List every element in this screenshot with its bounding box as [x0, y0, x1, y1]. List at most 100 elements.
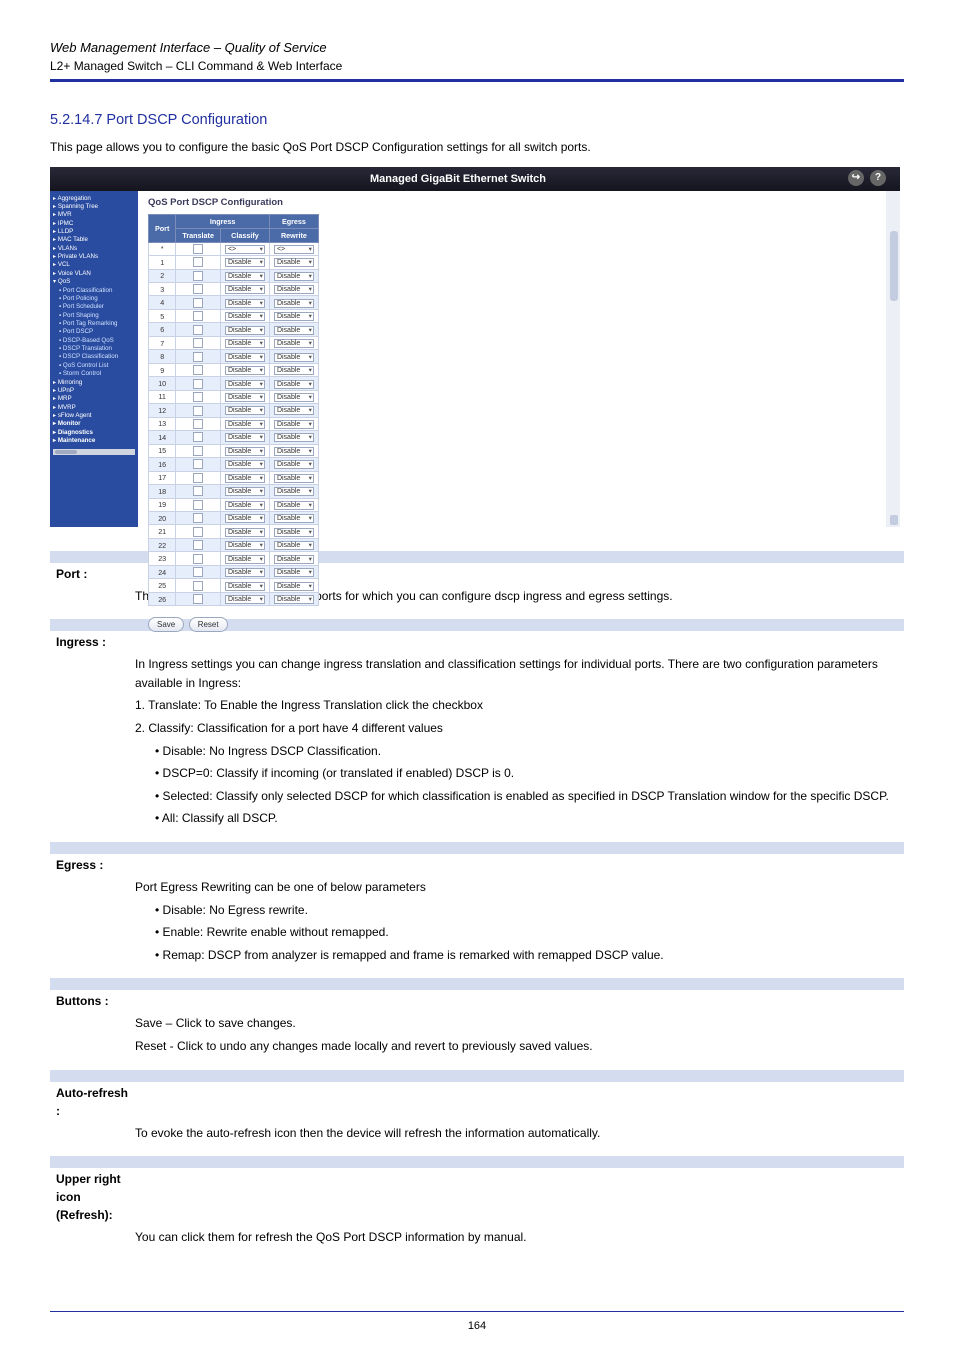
sidebar-item[interactable]: ▪ Port DSCP	[53, 328, 135, 336]
translate-checkbox[interactable]	[193, 473, 203, 483]
translate-checkbox[interactable]	[193, 419, 203, 429]
classify-select[interactable]: Disable	[225, 514, 265, 523]
translate-checkbox[interactable]	[193, 459, 203, 469]
sidebar-item[interactable]: ▪ QoS Control List	[53, 362, 135, 370]
translate-checkbox[interactable]	[193, 432, 203, 442]
translate-checkbox[interactable]	[193, 594, 203, 604]
classify-select[interactable]: Disable	[225, 487, 265, 496]
help-icon[interactable]: ?	[870, 170, 886, 186]
translate-checkbox[interactable]	[193, 406, 203, 416]
rewrite-select[interactable]: Disable	[274, 285, 314, 294]
translate-checkbox[interactable]	[193, 244, 203, 254]
classify-select[interactable]: Disable	[225, 501, 265, 510]
rewrite-select[interactable]: Disable	[274, 272, 314, 281]
classify-select[interactable]: Disable	[225, 595, 265, 604]
sidebar-item[interactable]: ▪ Port Policing	[53, 295, 135, 303]
rewrite-select[interactable]: Disable	[274, 474, 314, 483]
sidebar-item[interactable]: ▸ MVRP	[53, 404, 135, 412]
classify-select[interactable]: Disable	[225, 460, 265, 469]
classify-select[interactable]: Disable	[225, 474, 265, 483]
classify-select[interactable]: Disable	[225, 433, 265, 442]
sidebar-item[interactable]: ▸ Monitor	[53, 420, 135, 428]
sidebar-item[interactable]: ▸ MAC Table	[53, 236, 135, 244]
rewrite-select[interactable]: Disable	[274, 433, 314, 442]
rewrite-select[interactable]: Disable	[274, 420, 314, 429]
translate-checkbox[interactable]	[193, 365, 203, 375]
sidebar-item[interactable]: ▪ DSCP-Based QoS	[53, 337, 135, 345]
classify-select[interactable]: Disable	[225, 285, 265, 294]
sidebar-item[interactable]: ▪ Storm Control	[53, 370, 135, 378]
rewrite-select[interactable]: Disable	[274, 380, 314, 389]
translate-checkbox[interactable]	[193, 446, 203, 456]
rewrite-select[interactable]: Disable	[274, 393, 314, 402]
classify-select[interactable]: Disable	[225, 528, 265, 537]
classify-select[interactable]: Disable	[225, 366, 265, 375]
content-scrollbar[interactable]	[886, 191, 900, 527]
sidebar-hscroll-thumb[interactable]	[55, 450, 77, 454]
rewrite-select[interactable]: Disable	[274, 555, 314, 564]
sidebar-item[interactable]: ▪ DSCP Classification	[53, 353, 135, 361]
classify-select[interactable]: Disable	[225, 541, 265, 550]
classify-select[interactable]: Disable	[225, 393, 265, 402]
sidebar-item[interactable]: ▸ Diagnostics	[53, 429, 135, 437]
rewrite-select[interactable]: Disable	[274, 514, 314, 523]
translate-checkbox[interactable]	[193, 540, 203, 550]
sidebar-item[interactable]: ▸ UPnP	[53, 387, 135, 395]
classify-select[interactable]: Disable	[225, 326, 265, 335]
sidebar-item[interactable]: ▸ sFlow Agent	[53, 412, 135, 420]
rewrite-select[interactable]: Disable	[274, 582, 314, 591]
save-button[interactable]: Save	[148, 617, 184, 632]
classify-select[interactable]: Disable	[225, 555, 265, 564]
rewrite-select[interactable]: Disable	[274, 312, 314, 321]
classify-select[interactable]: Disable	[225, 312, 265, 321]
classify-select[interactable]: Disable	[225, 299, 265, 308]
translate-checkbox[interactable]	[193, 567, 203, 577]
translate-checkbox[interactable]	[193, 311, 203, 321]
rewrite-select[interactable]: Disable	[274, 595, 314, 604]
translate-checkbox[interactable]	[193, 298, 203, 308]
rewrite-select[interactable]: Disable	[274, 447, 314, 456]
classify-select[interactable]: Disable	[225, 272, 265, 281]
sidebar-item[interactable]: ▪ Port Shaping	[53, 312, 135, 320]
sidebar-item[interactable]: ▸ VLANs	[53, 245, 135, 253]
rewrite-select[interactable]: Disable	[274, 460, 314, 469]
translate-checkbox[interactable]	[193, 379, 203, 389]
rewrite-select[interactable]: Disable	[274, 568, 314, 577]
classify-select[interactable]: Disable	[225, 447, 265, 456]
scrollbar-thumb[interactable]	[890, 231, 898, 301]
classify-select[interactable]: Disable	[225, 258, 265, 267]
translate-checkbox[interactable]	[193, 554, 203, 564]
sidebar-nav[interactable]: ▸ Aggregation▸ Spanning Tree▸ MVR▸ IPMC▸…	[50, 191, 138, 527]
sidebar-item[interactable]: ▪ Port Tag Remarking	[53, 320, 135, 328]
rewrite-select[interactable]: Disable	[274, 339, 314, 348]
sidebar-item[interactable]: ▸ VCL	[53, 261, 135, 269]
sidebar-item[interactable]: ▪ Port Scheduler	[53, 303, 135, 311]
sidebar-item[interactable]: ▾ QoS	[53, 278, 135, 286]
translate-checkbox[interactable]	[193, 513, 203, 523]
sidebar-item[interactable]: ▸ MRP	[53, 395, 135, 403]
translate-checkbox[interactable]	[193, 500, 203, 510]
sidebar-item[interactable]: ▸ Aggregation	[53, 195, 135, 203]
classify-select[interactable]: Disable	[225, 339, 265, 348]
rewrite-select[interactable]: Disable	[274, 406, 314, 415]
rewrite-select[interactable]: Disable	[274, 326, 314, 335]
sidebar-item[interactable]: ▪ Port Classification	[53, 287, 135, 295]
translate-checkbox[interactable]	[193, 392, 203, 402]
rewrite-select[interactable]: Disable	[274, 258, 314, 267]
rewrite-select[interactable]: Disable	[274, 487, 314, 496]
logout-icon[interactable]: ↪	[848, 170, 864, 186]
sidebar-item[interactable]: ▸ Voice VLAN	[53, 270, 135, 278]
rewrite-select[interactable]: Disable	[274, 501, 314, 510]
classify-select[interactable]: Disable	[225, 406, 265, 415]
sidebar-item[interactable]: ▸ Private VLANs	[53, 253, 135, 261]
classify-select[interactable]: Disable	[225, 380, 265, 389]
sidebar-item[interactable]: ▸ IPMC	[53, 220, 135, 228]
sidebar-item[interactable]: ▪ DSCP Translation	[53, 345, 135, 353]
rewrite-select[interactable]: Disable	[274, 366, 314, 375]
translate-checkbox[interactable]	[193, 338, 203, 348]
classify-select[interactable]: Disable	[225, 420, 265, 429]
classify-select[interactable]: Disable	[225, 353, 265, 362]
translate-checkbox[interactable]	[193, 257, 203, 267]
rewrite-select[interactable]: Disable	[274, 528, 314, 537]
rewrite-select[interactable]: Disable	[274, 353, 314, 362]
